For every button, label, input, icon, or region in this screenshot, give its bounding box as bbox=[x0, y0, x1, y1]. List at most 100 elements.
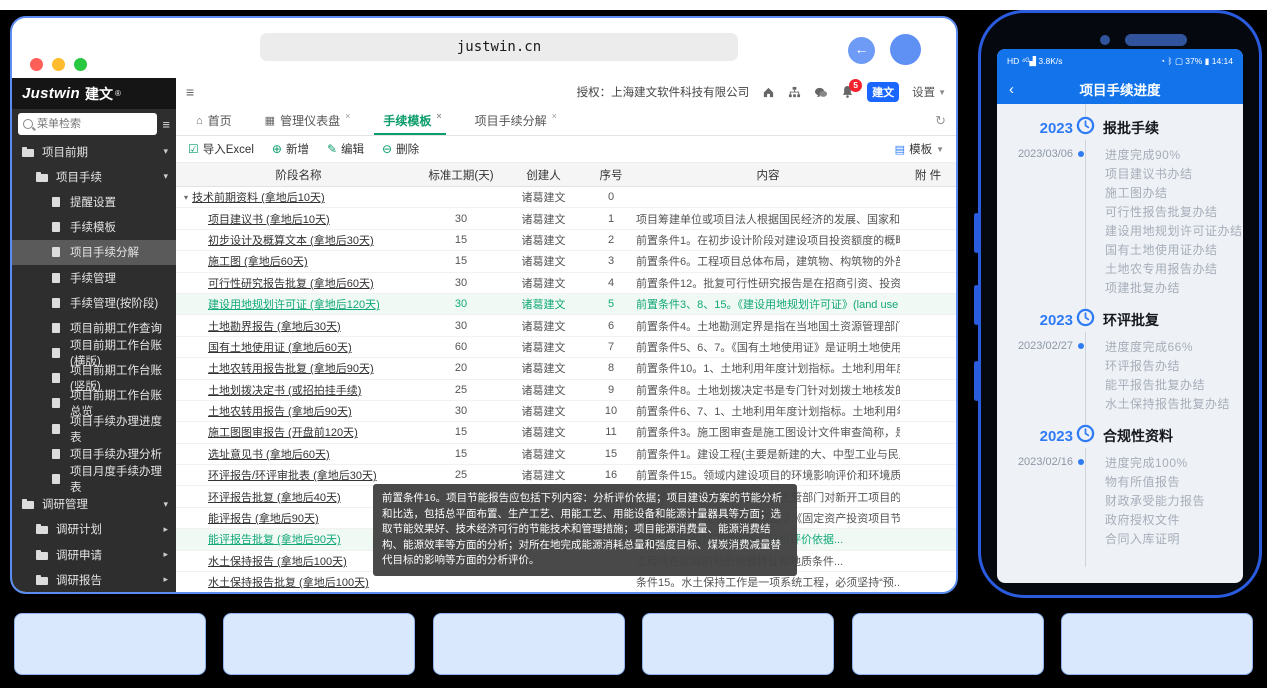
sidebar-menu-item[interactable]: 提醒设置 bbox=[12, 189, 176, 214]
sidebar-menu-item[interactable]: 调研管理 ▾ bbox=[12, 492, 176, 517]
stage-link[interactable]: 能评报告 (拿地后90天) bbox=[208, 510, 319, 526]
cell-content: 前置条件4。土地勘测定界是指在当地国土资源管理部门的... bbox=[636, 318, 900, 334]
tab-bar: ↻ ⌂ 首页 ▦ 管理仪表盘 × 手续模板 × bbox=[176, 106, 956, 136]
address-bar[interactable]: justwin.cn bbox=[260, 33, 738, 61]
stage-link[interactable]: 能评报告批复 (拿地后90天) bbox=[208, 531, 341, 547]
table-row[interactable]: ▾技术前期资料 (拿地后10天) 诸葛建文 0 bbox=[176, 187, 956, 208]
stage-link[interactable]: 水土保持报告 (拿地后100天) bbox=[208, 553, 347, 569]
table-row[interactable]: 施工图图审报告 (开盘前120天) 15 诸葛建文 11 前置条件3。施工图审查… bbox=[176, 422, 956, 443]
maximize-window-button[interactable] bbox=[74, 58, 87, 71]
table-row[interactable]: 国有土地使用证 (拿地后60天) 60 诸葛建文 7 前置条件5、6、7。《国有… bbox=[176, 337, 956, 358]
tab[interactable]: 项目手续分解 × bbox=[456, 106, 571, 135]
table-row[interactable]: 选址意见书 (拿地后60天) 15 诸葛建文 15 前置条件1。建设工程(主要是… bbox=[176, 444, 956, 465]
add-button[interactable]: ⊕新增 bbox=[272, 141, 309, 157]
table-row[interactable]: 初步设计及概算文本 (拿地后30天) 15 诸葛建文 2 前置条件1。在初步设计… bbox=[176, 230, 956, 251]
expand-arrow-icon[interactable]: ▾ bbox=[184, 193, 188, 202]
stage-link[interactable]: 土地勘界报告 (拿地后30天) bbox=[208, 318, 341, 334]
stage-link[interactable]: 国有土地使用证 (拿地后60天) bbox=[208, 339, 352, 355]
menu-search-input[interactable] bbox=[37, 118, 152, 130]
sidebar-menu-item[interactable]: 手续管理(按阶段) bbox=[12, 290, 176, 315]
sidebar-menu-item[interactable]: 调研报告 ▸ bbox=[12, 567, 176, 592]
stage-link[interactable]: 施工图图审报告 (开盘前120天) bbox=[208, 424, 358, 440]
tab-close-icon[interactable]: × bbox=[436, 111, 441, 121]
cell-seq: 5 bbox=[586, 298, 636, 310]
stage-link[interactable]: 施工图 (拿地后60天) bbox=[208, 253, 308, 269]
delete-button[interactable]: ⊖删除 bbox=[382, 141, 419, 157]
stage-link[interactable]: 选址意见书 (拿地后60天) bbox=[208, 446, 330, 462]
messages-icon[interactable] bbox=[814, 86, 828, 99]
dock-button[interactable] bbox=[14, 613, 206, 675]
edit-button[interactable]: ✎编辑 bbox=[327, 141, 364, 157]
import-excel-button[interactable]: ☑导入Excel bbox=[188, 141, 254, 157]
column-header-stage-name[interactable]: 阶段名称 bbox=[176, 167, 421, 183]
table-row[interactable]: 土地农转用报告 (拿地后90天) 30 诸葛建文 10 前置条件6、7、1、土地… bbox=[176, 401, 956, 422]
table-row[interactable]: 项目建议书 (拿地后10天) 30 诸葛建文 1 项目筹建单位或项目法人根据国民… bbox=[176, 208, 956, 229]
sidebar-menu-item[interactable]: 项目手续分解 bbox=[12, 240, 176, 265]
tab-close-icon[interactable]: × bbox=[552, 111, 557, 121]
stage-link[interactable]: 土地农转用报告 (拿地后90天) bbox=[208, 403, 352, 419]
menu-item-label: 项目手续 bbox=[56, 169, 102, 185]
cell-content: 前置条件6、7、1、土地利用年度计划指标。土地利用年度... bbox=[636, 403, 900, 419]
timeline-item: 可行性报告批复办结 bbox=[1105, 203, 1243, 222]
stage-link[interactable]: 环评报告/环评审批表 (拿地后30天) bbox=[208, 467, 377, 483]
stage-link[interactable]: 土地农转用报告批复 (拿地后90天) bbox=[208, 360, 374, 376]
menu-search-box[interactable] bbox=[18, 113, 157, 135]
dock-button[interactable] bbox=[852, 613, 1044, 675]
table-row[interactable]: 建设用地规划许可证 (拿地后120天) 30 诸葛建文 5 前置条件3、8、15… bbox=[176, 294, 956, 315]
close-window-button[interactable] bbox=[30, 58, 43, 71]
stage-link[interactable]: 初步设计及概算文本 (拿地后30天) bbox=[208, 232, 374, 248]
profile-circle-button[interactable] bbox=[890, 34, 921, 65]
sidebar-menu-item[interactable]: 手续管理 bbox=[12, 265, 176, 290]
stage-link[interactable]: 项目建议书 (拿地后10天) bbox=[208, 211, 330, 227]
settings-dropdown[interactable]: 设置 ▼ bbox=[912, 84, 946, 100]
dock-button[interactable] bbox=[1061, 613, 1253, 675]
tab[interactable]: 手续模板 × bbox=[364, 106, 455, 135]
stage-link[interactable]: 环评报告批复 (拿地后40天) bbox=[208, 489, 341, 505]
stage-link[interactable]: 水土保持报告批复 (拿地后100天) bbox=[208, 574, 369, 590]
main-panel: ≡ 授权：上海建文软件科技有限公司 5 建文 设置 ▼ bbox=[176, 78, 956, 592]
column-header-standard-days[interactable]: 标准工期(天) bbox=[421, 167, 501, 183]
sidebar-menu-item[interactable]: 手续模板 bbox=[12, 215, 176, 240]
dock-button[interactable] bbox=[642, 613, 834, 675]
import-icon: ☑ bbox=[188, 142, 199, 156]
table-row[interactable]: 可行性研究报告批复 (拿地后60天) 30 诸葛建文 4 前置条件12。批复可行… bbox=[176, 273, 956, 294]
dock-button[interactable] bbox=[223, 613, 415, 675]
table-row[interactable]: 土地勘界报告 (拿地后30天) 30 诸葛建文 6 前置条件4。土地勘测定界是指… bbox=[176, 315, 956, 336]
column-header-seq[interactable]: 序号 bbox=[586, 167, 636, 183]
template-dropdown-button[interactable]: ▤模板▼ bbox=[895, 141, 944, 157]
tab[interactable]: ▦ 管理仪表盘 × bbox=[251, 106, 365, 135]
sidebar-menu-item[interactable]: 项目手续办理进度表 bbox=[12, 416, 176, 441]
stage-link[interactable]: 技术前期资料 (拿地后10天) bbox=[192, 189, 325, 205]
sitemap-icon[interactable] bbox=[788, 86, 801, 99]
timeline-year: 2023 bbox=[997, 120, 1073, 137]
menu-item-label: 调研申请 bbox=[56, 547, 102, 563]
dock-button[interactable] bbox=[433, 613, 625, 675]
tab-close-icon[interactable]: × bbox=[345, 111, 350, 121]
sidebar-menu-item[interactable]: 项目月度手续办理表 bbox=[12, 466, 176, 491]
column-header-content[interactable]: 内容 bbox=[636, 167, 900, 183]
stage-link[interactable]: 可行性研究报告批复 (拿地后60天) bbox=[208, 275, 374, 291]
stage-link[interactable]: 土地划拨决定书 (或招拍挂手续) bbox=[208, 382, 361, 398]
menu-collapse-icon[interactable]: ≡ bbox=[162, 117, 170, 132]
minimize-window-button[interactable] bbox=[52, 58, 65, 71]
stage-link[interactable]: 建设用地规划许可证 (拿地后120天) bbox=[208, 296, 380, 312]
user-avatar-badge[interactable]: 建文 bbox=[867, 82, 899, 102]
sidebar-menu-item[interactable]: 调研申请 ▸ bbox=[12, 542, 176, 567]
table-row[interactable]: 施工图 (拿地后60天) 15 诸葛建文 3 前置条件6。工程项目总体布局，建筑… bbox=[176, 251, 956, 272]
tab[interactable]: ⌂ 首页 bbox=[182, 106, 251, 135]
hamburger-menu-icon[interactable]: ≡ bbox=[186, 84, 194, 100]
column-header-creator[interactable]: 创建人 bbox=[501, 167, 586, 183]
sidebar-menu-item[interactable]: 调研计划 ▸ bbox=[12, 517, 176, 542]
back-circle-button[interactable]: ← bbox=[848, 37, 875, 64]
table-row[interactable]: 土地划拨决定书 (或招拍挂手续) 25 诸葛建文 9 前置条件8。土地划拨决定书… bbox=[176, 380, 956, 401]
notifications-bell-icon[interactable]: 5 bbox=[841, 85, 854, 99]
back-chevron-icon[interactable]: ‹ bbox=[1009, 81, 1014, 98]
column-header-attachment[interactable]: 附 件 bbox=[900, 167, 956, 183]
cell-days: 15 bbox=[421, 234, 501, 246]
menu-item-icon bbox=[22, 147, 35, 157]
sidebar-menu-item[interactable]: 项目手续 ▾ bbox=[12, 164, 176, 189]
sidebar-menu-item[interactable]: 项目前期 ▾ bbox=[12, 139, 176, 164]
home-icon[interactable] bbox=[762, 86, 775, 99]
refresh-icon[interactable]: ↻ bbox=[935, 113, 946, 129]
table-row[interactable]: 土地农转用报告批复 (拿地后90天) 20 诸葛建文 8 前置条件10。1、土地… bbox=[176, 358, 956, 379]
